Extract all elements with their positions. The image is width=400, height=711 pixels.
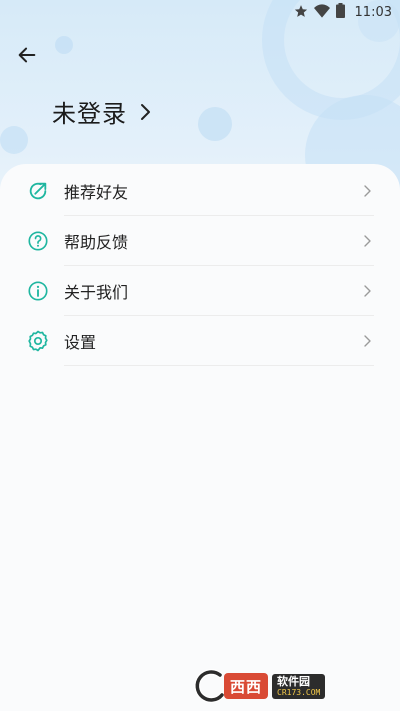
menu-item-settings[interactable]: 设置	[0, 316, 400, 366]
chevron-right-icon	[364, 235, 371, 247]
login-entry[interactable]: 未登录	[52, 94, 151, 129]
gear-icon	[26, 329, 50, 353]
watermark-sub: 软件园 CR173.COM	[272, 673, 326, 699]
menu-item-label: 帮助反馈	[64, 233, 129, 252]
status-icons: 11:03	[294, 3, 392, 22]
menu-item-help-feedback[interactable]: 帮助反馈	[0, 216, 400, 266]
watermark-title: 西西	[230, 677, 263, 696]
chevron-right-icon	[364, 285, 371, 297]
watermark-title-box: 西西	[224, 673, 269, 699]
wifi-icon	[313, 3, 330, 22]
watermark-logo: 西西 软件园 CR173.COM	[190, 669, 380, 703]
decorative-bubble	[0, 126, 28, 154]
arrow-left-icon	[18, 47, 36, 63]
decorative-bubble	[198, 107, 232, 141]
share-arrow-icon	[26, 179, 50, 203]
menu-item-label: 设置	[64, 333, 97, 352]
menu-list: 推荐好友 帮助反馈 关于我们 设置	[0, 166, 400, 366]
star-icon	[294, 4, 308, 22]
info-circle-icon	[26, 279, 50, 303]
chevron-right-icon	[139, 103, 151, 121]
divider	[64, 365, 374, 366]
back-button[interactable]	[13, 41, 41, 69]
status-time: 11:03	[354, 5, 392, 20]
battery-icon	[335, 3, 345, 22]
status-bar: 11:03	[0, 0, 400, 26]
menu-item-recommend-friends[interactable]: 推荐好友	[0, 166, 400, 216]
menu-item-label: 推荐好友	[64, 183, 129, 202]
watermark-url: CR173.COM	[277, 687, 321, 697]
question-circle-icon	[26, 229, 50, 253]
chevron-right-icon	[364, 335, 371, 347]
menu-item-label: 关于我们	[64, 283, 129, 302]
menu-item-about-us[interactable]: 关于我们	[0, 266, 400, 316]
login-status-text: 未登录	[52, 100, 127, 128]
chevron-right-icon	[364, 185, 371, 197]
watermark-name: 软件园	[277, 674, 311, 688]
decorative-bubble	[55, 36, 73, 54]
